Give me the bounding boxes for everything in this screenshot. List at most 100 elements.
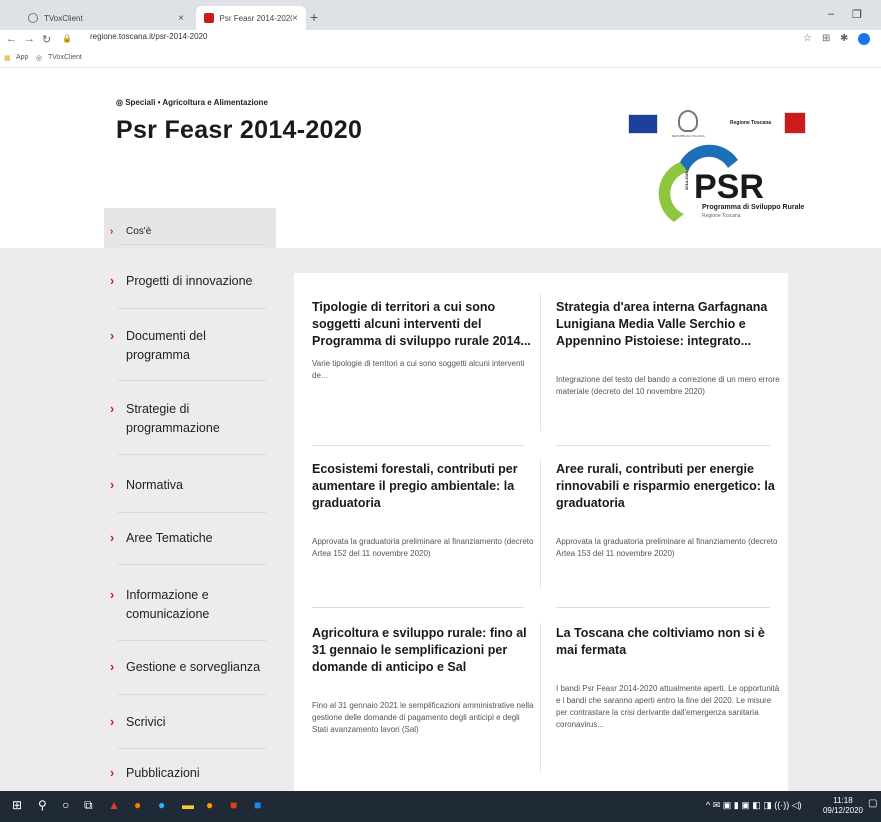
globe-icon: ◎ xyxy=(36,55,43,62)
windows-taskbar: ⊞ ⚲ ○ ⧉ ▲ ● ● ▬ ● ■ ■ ^ ✉ ▣ ▮ ▣ ◧ ◨ ((·)… xyxy=(0,791,881,822)
article-summary: Approvata la graduatoria preliminare al … xyxy=(312,537,534,558)
powerpoint-icon[interactable]: ■ xyxy=(230,798,237,812)
sidebar-item-aree-tematiche[interactable]: › Aree Tematiche xyxy=(104,529,276,548)
close-tab-icon[interactable]: × xyxy=(292,13,298,24)
chevron-right-icon: › xyxy=(110,226,114,237)
chevron-right-icon: › xyxy=(110,329,115,343)
divider xyxy=(312,607,524,608)
article-title[interactable]: Tipologie di territori a cui sono sogget… xyxy=(312,299,537,350)
acrobat-icon[interactable]: ▲ xyxy=(108,798,120,812)
firefox-icon[interactable]: ● xyxy=(134,798,141,812)
profile-avatar-icon[interactable] xyxy=(858,33,870,45)
back-icon[interactable]: ← xyxy=(6,33,17,45)
divider xyxy=(556,445,770,446)
sidebar-item-progetti[interactable]: › Progetti di innovazione xyxy=(104,272,276,291)
sidebar-item-documenti[interactable]: › Documenti del programma xyxy=(104,327,276,365)
reload-icon[interactable]: ↻ xyxy=(42,33,51,46)
article-title[interactable]: La Toscana che coltiviamo non si è mai f… xyxy=(556,625,781,659)
divider xyxy=(556,607,770,608)
cortana-icon[interactable]: ○ xyxy=(62,798,69,812)
sidebar-item-cos-e[interactable]: › Cos'è xyxy=(104,222,276,241)
article-title[interactable]: Aree rurali, contributi per energie rinn… xyxy=(556,461,781,512)
target-icon: ◎ xyxy=(116,98,126,107)
address-bar[interactable]: regione.toscana.it/psr-2014-2020 xyxy=(90,32,207,41)
tab-title: Psr Feasr 2014-2020 - Regione T xyxy=(219,13,293,23)
sidebar-item-normativa[interactable]: › Normativa xyxy=(104,476,276,495)
chevron-right-icon: › xyxy=(110,531,115,545)
sidebar-item-label: Strategie di programmazione xyxy=(126,402,220,435)
article-summary: I bandi Psr Feasr 2014-2020 attualmente … xyxy=(556,684,780,729)
bookmark-apps[interactable]: App xyxy=(16,54,28,61)
sidebar-item-strategie[interactable]: › Strategie di programmazione xyxy=(104,400,276,438)
globe-icon xyxy=(28,13,38,23)
repubblica-logo xyxy=(678,110,698,132)
divider xyxy=(540,293,541,431)
article-summary: Approvata la graduatoria preliminare al … xyxy=(556,537,778,558)
forward-icon[interactable]: → xyxy=(24,33,35,45)
article-summary: Integrazione del testo del bando a corre… xyxy=(556,375,780,396)
article-item[interactable]: Strategia d'area interna Garfagnana Luni… xyxy=(556,299,781,398)
article-item[interactable]: Aree rurali, contributi per energie rinn… xyxy=(556,461,781,560)
lock-icon: 🔒 xyxy=(62,34,72,43)
task-view-icon[interactable]: ⧉ xyxy=(84,798,93,813)
puzzle-icon[interactable]: ✱ xyxy=(840,33,848,44)
sidebar-item-label: Aree Tematiche xyxy=(126,531,213,545)
page-title: Psr Feasr 2014-2020 xyxy=(116,116,363,144)
notification-icon[interactable]: ▢ xyxy=(868,798,877,809)
new-tab-button[interactable]: + xyxy=(310,9,318,25)
breadcrumb-label: Speciali • Agricoltura e Alimentazione xyxy=(125,98,268,107)
eu-flag-logo xyxy=(628,114,658,134)
sidebar-item-label: Pubblicazioni xyxy=(126,766,200,780)
search-icon[interactable]: ⚲ xyxy=(38,798,47,812)
system-tray-icons[interactable]: ^ ✉ ▣ ▮ ▣ ◧ ◨ ((·)) ◁) xyxy=(706,800,802,811)
sidebar-item-scrivici[interactable]: › Scrivici xyxy=(104,713,276,732)
sidebar-item-label: Informazione e comunicazione xyxy=(126,588,210,621)
sidebar-item-label: Progetti di innovazione xyxy=(126,274,253,288)
clock-time: 11:18 xyxy=(833,796,853,805)
star-icon[interactable]: ☆ xyxy=(803,33,812,44)
system-clock[interactable]: 11:18 09/12/2020 xyxy=(823,796,863,816)
tab-psr[interactable]: Psr Feasr 2014-2020 - Regione T × xyxy=(196,6,306,30)
regione-toscana-label: Regione Toscana xyxy=(730,120,772,126)
chevron-right-icon: › xyxy=(110,766,115,780)
apps-grid-icon[interactable]: ▦ xyxy=(4,54,11,62)
minimize-button[interactable]: – xyxy=(828,8,834,20)
tab-tvoxclient[interactable]: TVoxClient × xyxy=(20,6,192,30)
chevron-right-icon: › xyxy=(110,478,115,492)
sidebar-item-label: Documenti del programma xyxy=(126,329,206,362)
file-explorer-icon[interactable]: ▬ xyxy=(182,798,194,812)
sidebar-item-pubblicazioni[interactable]: › Pubblicazioni xyxy=(104,764,276,783)
psr-years: 2014-2020 xyxy=(684,170,689,190)
article-item[interactable]: La Toscana che coltiviamo non si è mai f… xyxy=(556,625,781,731)
address-toolbar: ← → ↻ 🔒 regione.toscana.it/psr-2014-2020… xyxy=(0,30,881,50)
chevron-right-icon: › xyxy=(110,274,115,288)
bookmarks-bar: ▦ App ◎ TVoxClient xyxy=(0,50,881,68)
maximize-button[interactable]: ❐ xyxy=(852,8,862,21)
article-item[interactable]: Agricoltura e sviluppo rurale: fino al 3… xyxy=(312,625,537,736)
news-card: Tipologie di territori a cui sono sogget… xyxy=(294,273,788,791)
chevron-right-icon: › xyxy=(110,402,115,416)
article-item[interactable]: Tipologie di territori a cui sono sogget… xyxy=(312,299,537,382)
bookmark-tvoxclient[interactable]: TVoxClient xyxy=(48,54,82,61)
windows-start-icon[interactable]: ⊞ xyxy=(12,798,22,812)
article-title[interactable]: Agricoltura e sviluppo rurale: fino al 3… xyxy=(312,625,537,676)
sidebar-item-gestione[interactable]: › Gestione e sorveglianza xyxy=(104,658,276,677)
article-title[interactable]: Ecosistemi forestali, contributi per aum… xyxy=(312,461,537,512)
psr-region: Regione Toscana xyxy=(702,213,741,219)
divider xyxy=(540,459,541,589)
sidebar-item-informazione[interactable]: › Informazione e comunicazione xyxy=(104,586,276,624)
divider xyxy=(540,623,541,773)
article-title[interactable]: Strategia d'area interna Garfagnana Luni… xyxy=(556,299,781,350)
psr-title: PSR xyxy=(694,168,764,206)
repubblica-label: REPUBBLICA ITALIANA xyxy=(672,134,705,138)
app-icon[interactable]: ● xyxy=(158,798,165,812)
breadcrumb[interactable]: ◎ Speciali • Agricoltura e Alimentazione xyxy=(116,98,268,107)
article-item[interactable]: Ecosistemi forestali, contributi per aum… xyxy=(312,461,537,560)
sidebar-item-label: Gestione e sorveglianza xyxy=(126,660,261,674)
chrome-icon[interactable]: ● xyxy=(206,798,213,812)
close-tab-icon[interactable]: × xyxy=(178,13,184,24)
word-icon[interactable]: ■ xyxy=(254,798,261,812)
extensions-icon[interactable]: ⊞ xyxy=(822,33,830,44)
sidebar-item-label: Scrivici xyxy=(126,715,166,729)
clock-date: 09/12/2020 xyxy=(822,806,863,815)
